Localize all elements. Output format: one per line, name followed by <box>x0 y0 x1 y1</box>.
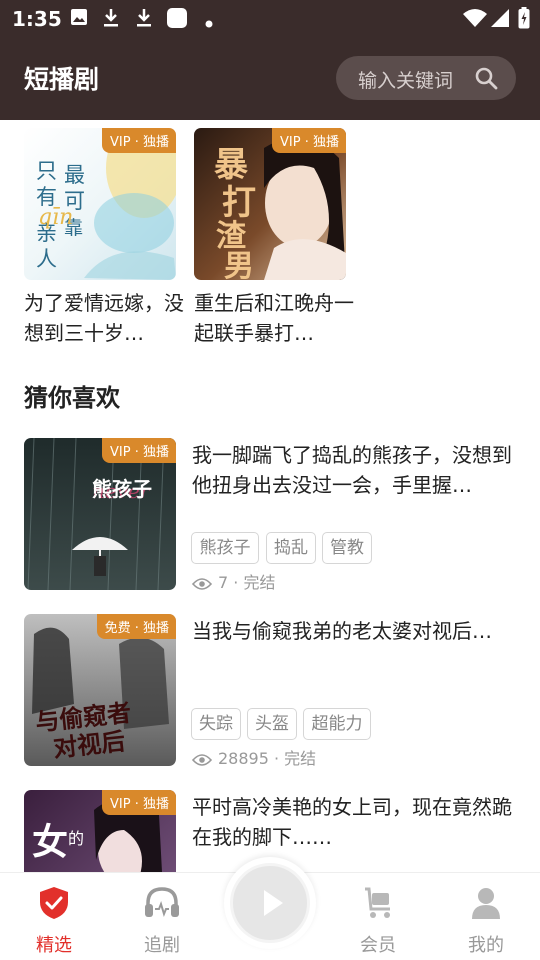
download-icon <box>135 8 153 32</box>
svg-text:只: 只 <box>36 159 57 183</box>
svg-text:打: 打 <box>222 183 256 223</box>
eye-icon <box>191 754 213 766</box>
tag[interactable]: 管教 <box>322 532 372 564</box>
tag[interactable]: 头盔 <box>247 708 297 740</box>
person-icon <box>472 888 500 919</box>
status-bar: 1:35 <box>0 0 540 38</box>
app-square-icon <box>166 7 188 33</box>
bottom-nav: 精选 追剧 会员 我的 <box>0 857 540 960</box>
wifi-icon <box>462 8 488 32</box>
svg-text:女: 女 <box>32 821 68 863</box>
tag[interactable]: 熊孩子 <box>191 532 259 564</box>
page-title: 短播剧 <box>24 65 100 94</box>
tag[interactable]: 超能力 <box>303 708 371 740</box>
drama-title[interactable]: 平时高冷美艳的女上司，现在竟然跪在我的脚下…… <box>192 792 522 852</box>
svg-text:人: 人 <box>36 247 57 271</box>
drama-title[interactable]: 我一脚踹飞了捣乱的熊孩子，没想到他扭身出去没过一会，手里握… <box>192 440 522 500</box>
view-count: 7 <box>218 573 229 592</box>
play-meta: 28895 · 完结 <box>191 745 317 769</box>
svg-text:qīn: qīn <box>38 205 73 230</box>
tag[interactable]: 失踪 <box>191 708 241 740</box>
vip-badge: VIP · 独播 <box>102 438 176 463</box>
drama-cover[interactable]: 暴 打 渣 男 VIP · 独播 <box>194 128 346 280</box>
nav-label: 会员 <box>360 935 396 956</box>
app-header: 短播剧 输入关键词 <box>0 38 540 120</box>
play-button-disc <box>230 863 310 943</box>
drama-cover[interactable]: 女 的 VIP · 独播 <box>24 790 176 872</box>
svg-text:最: 最 <box>64 163 85 187</box>
status-text: 完结 <box>243 573 276 592</box>
nav-tab-membership[interactable]: 会员 <box>328 873 428 960</box>
drama-cover[interactable]: never 熊孩子 VIP · 独播 <box>24 438 176 590</box>
nav-tab-following[interactable]: 追剧 <box>112 873 212 960</box>
status-text: 完结 <box>284 749 317 768</box>
center-play-button[interactable] <box>224 857 316 949</box>
nav-tab-profile[interactable]: 我的 <box>436 873 536 960</box>
svg-text:男: 男 <box>224 249 254 280</box>
dot-icon <box>205 13 213 32</box>
headphones-icon <box>145 887 179 918</box>
vip-badge: VIP · 独播 <box>272 128 346 153</box>
drama-title[interactable]: 当我与偷窥我弟的老太婆对视后… <box>192 616 522 646</box>
battery-icon <box>518 7 530 33</box>
content-scroll[interactable]: 只 有 亲 人 最 可 靠 qīn VIP · 独播 为了爱情远嫁，没想到三十岁… <box>0 120 540 872</box>
svg-text:熊孩子: 熊孩子 <box>92 477 152 501</box>
drama-title[interactable]: 重生后和江晚舟一起联手暴打… <box>194 288 354 348</box>
shield-check-icon <box>40 887 68 919</box>
search-icon <box>475 67 498 90</box>
signal-icon <box>490 8 510 32</box>
drama-title[interactable]: 为了爱情远嫁，没想到三十岁… <box>24 288 184 348</box>
vip-badge: VIP · 独播 <box>102 790 176 815</box>
section-title: 猜你喜欢 <box>24 384 120 412</box>
play-meta: 7 · 完结 <box>191 569 276 593</box>
nav-label: 追剧 <box>144 935 180 956</box>
tag[interactable]: 捣乱 <box>266 532 316 564</box>
status-time: 1:35 <box>12 7 62 31</box>
cart-icon <box>365 887 390 918</box>
download-icon <box>102 8 120 32</box>
view-count: 28895 <box>218 749 269 768</box>
play-icon <box>264 890 283 916</box>
image-icon <box>70 8 88 30</box>
nav-label: 精选 <box>36 935 72 956</box>
eye-icon <box>191 578 213 590</box>
svg-text:暴: 暴 <box>214 145 248 185</box>
drama-cover[interactable]: 与偷窥者 对视后 免费 · 独播 <box>24 614 176 766</box>
svg-text:的: 的 <box>68 829 84 848</box>
search-box[interactable]: 输入关键词 <box>336 56 516 100</box>
vip-badge: VIP · 独播 <box>102 128 176 153</box>
drama-cover[interactable]: 只 有 亲 人 最 可 靠 qīn VIP · 独播 <box>24 128 176 280</box>
nav-label: 我的 <box>468 935 504 956</box>
search-placeholder: 输入关键词 <box>358 70 454 92</box>
free-badge: 免费 · 独播 <box>96 614 176 639</box>
nav-tab-featured[interactable]: 精选 <box>4 873 104 960</box>
